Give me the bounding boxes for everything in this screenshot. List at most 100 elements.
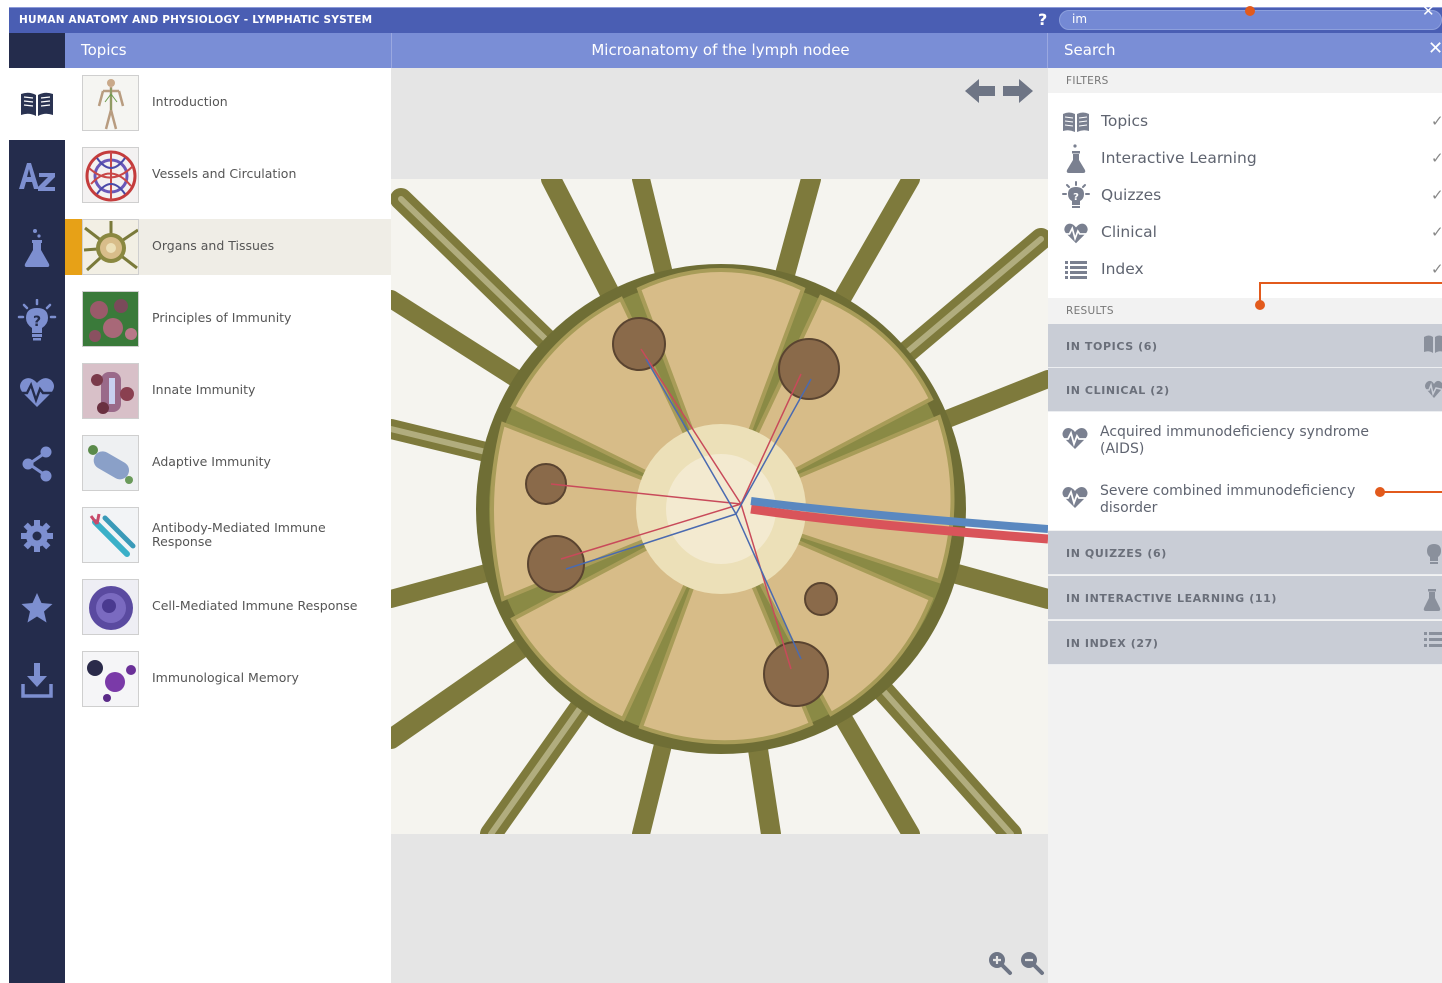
lymph-node-illustration[interactable]: [391, 179, 1048, 834]
heart-pulse-icon: [1060, 487, 1090, 508]
topic-label: Vessels and Circulation: [152, 166, 297, 181]
filter-label: Quizzes: [1101, 186, 1162, 204]
filter-label: Topics: [1101, 112, 1149, 130]
zoom-in-icon[interactable]: [987, 950, 1013, 976]
search-header: Search ✕: [1048, 33, 1442, 68]
lightbulb-quiz-icon: [1427, 544, 1441, 564]
topic-thumbnail: [82, 291, 139, 347]
clinical-result-item[interactable]: Severe combined immunodeficiency disorde…: [1048, 471, 1442, 529]
svg-text:?: ?: [1073, 192, 1079, 203]
checkmark-icon[interactable]: ✓: [1431, 223, 1442, 241]
clear-search-button[interactable]: ✕: [1422, 2, 1435, 20]
left-nav: ?: [9, 33, 65, 983]
topic-thumbnail: [82, 219, 139, 275]
topic-item-cell-mediated-immune-response[interactable]: Cell-Mediated Immune Response: [65, 579, 391, 635]
result-group-topics[interactable]: IN TOPICS (6): [1048, 324, 1442, 368]
checkmark-icon[interactable]: ✓: [1431, 149, 1442, 167]
topics-list: Introduction Vessels and Circulation Org…: [65, 68, 391, 983]
flask-icon: [1062, 144, 1090, 173]
nav-download-button[interactable]: [9, 644, 65, 716]
book-icon: [21, 92, 53, 116]
viewer-title: Microanatomy of the lymph nodee: [591, 41, 850, 59]
filter-clinical[interactable]: Clinical ✓: [1048, 214, 1442, 251]
nav-clinical-button[interactable]: [9, 356, 65, 428]
topic-label: Immunological Memory: [152, 670, 299, 685]
topic-thumbnail: [82, 507, 139, 563]
result-group-label: IN TOPICS (6): [1066, 340, 1158, 353]
az-index-icon: [19, 163, 55, 191]
topic-item-introduction[interactable]: Introduction: [65, 75, 391, 131]
topics-title: Topics: [81, 41, 127, 59]
lightbulb-quiz-icon: ?: [1062, 181, 1090, 209]
checkmark-icon[interactable]: ✓: [1431, 260, 1442, 278]
topic-item-vessels-and-circulation[interactable]: Vessels and Circulation: [65, 147, 391, 203]
heart-pulse-icon: [16, 378, 58, 407]
zoom-out-icon[interactable]: [1019, 950, 1045, 976]
nav-share-button[interactable]: [9, 428, 65, 500]
gear-icon: [21, 520, 53, 552]
topic-item-innate-immunity[interactable]: Innate Immunity: [65, 363, 391, 419]
nav-settings-button[interactable]: [9, 500, 65, 572]
topic-item-immunological-memory[interactable]: Immunological Memory: [65, 651, 391, 707]
close-search-panel-button[interactable]: ✕: [1428, 38, 1442, 59]
result-group-label: IN CLINICAL (2): [1066, 384, 1170, 397]
result-group-clinical[interactable]: IN CLINICAL (2): [1048, 368, 1442, 412]
topics-header: Topics: [65, 33, 391, 68]
result-group-label: IN INTERACTIVE LEARNING (11): [1066, 592, 1277, 605]
topic-label: Antibody-Mediated Immune Response: [152, 520, 326, 549]
topic-label: Organs and Tissues: [152, 238, 275, 253]
topic-label: Adaptive Immunity: [152, 454, 271, 469]
result-group-index[interactable]: IN INDEX (27): [1048, 621, 1442, 665]
callout-line: [1259, 284, 1261, 304]
nav-az-index-button[interactable]: [9, 140, 65, 212]
filter-label: Interactive Learning: [1101, 149, 1257, 167]
nav-favorites-button[interactable]: [9, 572, 65, 644]
search-panel: FILTERS Topics ✓ Interactive Learning ✓ …: [1048, 68, 1442, 983]
selection-indicator: [65, 219, 83, 275]
book-icon: [1424, 335, 1442, 353]
topic-label: Introduction: [152, 94, 228, 109]
topic-label: Principles of Immunity: [152, 310, 292, 325]
search-title: Search: [1064, 41, 1116, 59]
filter-interactive-learning[interactable]: Interactive Learning ✓: [1048, 140, 1442, 177]
filter-label: Index: [1101, 260, 1144, 278]
topic-item-adaptive-immunity[interactable]: Adaptive Immunity: [65, 435, 391, 491]
checkmark-icon[interactable]: ✓: [1431, 112, 1442, 130]
result-group-quizzes[interactable]: IN QUIZZES (6): [1048, 531, 1442, 575]
heart-pulse-icon: [1423, 380, 1442, 398]
nav-interactive-learning-button[interactable]: [9, 212, 65, 284]
filters-heading: FILTERS: [1066, 75, 1109, 87]
arrow-left-icon[interactable]: [963, 76, 997, 106]
list-icon: [1062, 257, 1090, 283]
heart-pulse-icon: [1062, 220, 1090, 246]
topic-item-principles-of-immunity[interactable]: Principles of Immunity: [65, 291, 391, 347]
topic-item-antibody-mediated-immune-response[interactable]: Antibody-Mediated Immune Response: [65, 507, 391, 563]
flask-icon: [24, 229, 50, 267]
arrow-right-icon[interactable]: [1001, 76, 1035, 106]
topic-item-organs-and-tissues[interactable]: Organs and Tissues: [65, 219, 391, 275]
clinical-result-item[interactable]: Acquired immunodeficiency syndrome (AIDS…: [1048, 412, 1442, 470]
filter-quizzes[interactable]: ? Quizzes ✓: [1048, 177, 1442, 214]
viewer-header: Microanatomy of the lymph nodee: [391, 33, 1048, 68]
topic-thumbnail: [82, 579, 139, 635]
checkmark-icon[interactable]: ✓: [1431, 186, 1442, 204]
star-icon: [21, 593, 53, 623]
title-bar: HUMAN ANATOMY AND PHYSIOLOGY - LYMPHATIC…: [9, 7, 1442, 33]
image-viewer: [391, 68, 1048, 983]
help-button[interactable]: ?: [1038, 10, 1047, 29]
nav-topics-button[interactable]: [9, 68, 65, 140]
topic-thumbnail: [82, 147, 139, 203]
nav-quizzes-button[interactable]: ?: [9, 284, 65, 356]
result-group-interactive-learning[interactable]: IN INTERACTIVE LEARNING (11): [1048, 576, 1442, 620]
callout-marker: [1245, 6, 1255, 16]
filter-topics[interactable]: Topics ✓: [1048, 103, 1442, 140]
callout-line: [1383, 491, 1442, 493]
result-group-label: IN INDEX (27): [1066, 637, 1159, 650]
heart-pulse-icon: [1060, 428, 1090, 449]
topic-thumbnail: [82, 435, 139, 491]
clinical-result-label: Acquired immunodeficiency syndrome (AIDS…: [1100, 424, 1369, 457]
topic-thumbnail: [82, 651, 139, 707]
search-input-value[interactable]: im: [1072, 12, 1087, 26]
result-group-label: IN QUIZZES (6): [1066, 547, 1167, 560]
clinical-results-list: Acquired immunodeficiency syndrome (AIDS…: [1048, 412, 1442, 530]
